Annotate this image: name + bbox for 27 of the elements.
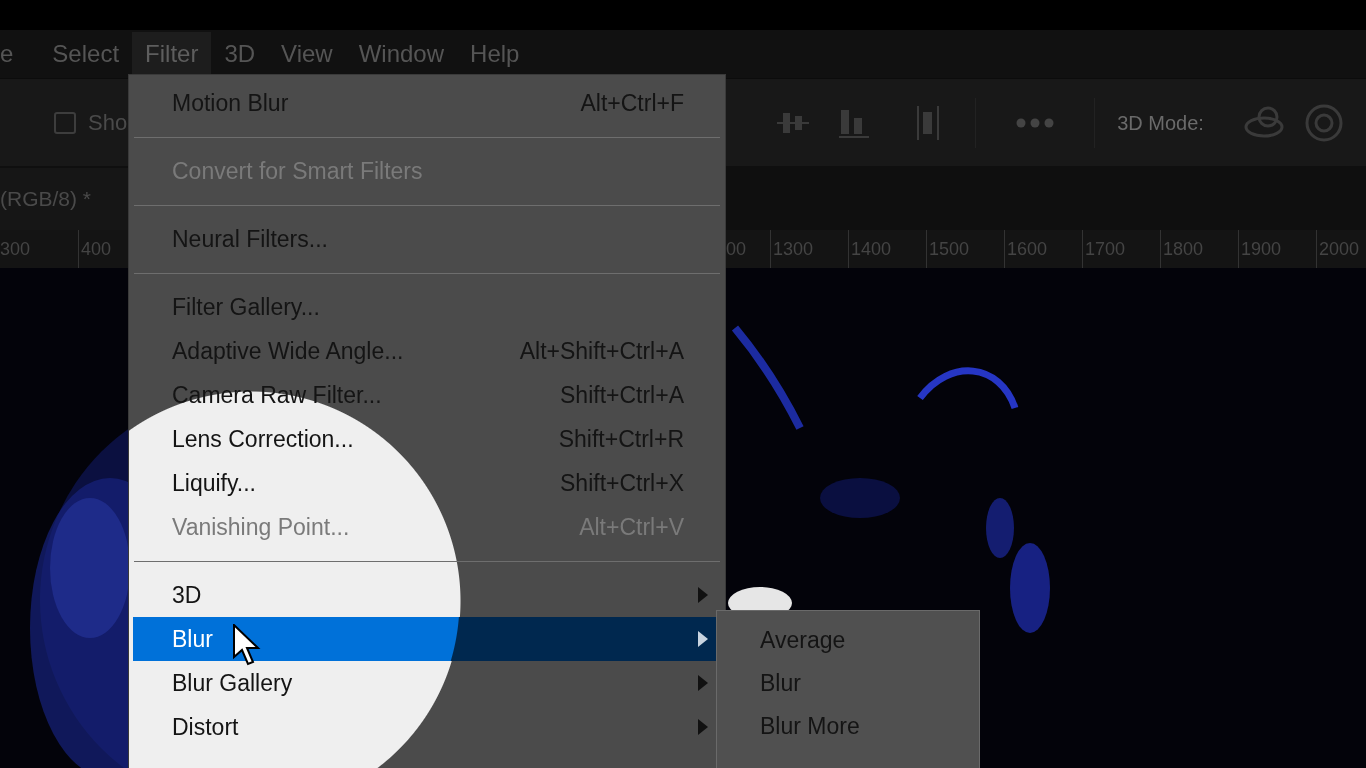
menu-bar-item[interactable]: Filter <box>132 32 212 76</box>
menu-item[interactable]: Liquify... Shift+Ctrl+X <box>133 461 721 505</box>
menu-bar-item[interactable]: e <box>0 32 40 76</box>
align-bottom-icon[interactable] <box>839 107 870 138</box>
menu-item[interactable]: Lens Correction... Shift+Ctrl+R <box>133 417 721 461</box>
shortcut-label: Alt+Ctrl+F <box>580 88 684 118</box>
menu-item[interactable]: Adaptive Wide Angle... Alt+Shift+Ctrl+A <box>133 329 721 373</box>
menu-bar-item[interactable]: View <box>268 32 346 76</box>
menu-item[interactable]: 3D <box>133 573 721 617</box>
menu-item[interactable]: Filter Gallery... <box>133 285 721 329</box>
cursor-icon <box>233 624 261 666</box>
menu-item[interactable]: Blur <box>717 662 979 705</box>
shortcut-label: Shift+Ctrl+R <box>558 424 684 454</box>
shortcut-label: Shift+Ctrl+A <box>560 380 684 410</box>
menu-bar-item[interactable]: Window <box>345 32 458 76</box>
checkbox[interactable] <box>54 111 76 134</box>
menu-bar-item[interactable]: 3D <box>211 32 269 76</box>
rotate-icon[interactable] <box>1303 102 1344 143</box>
shortcut-label: Shift+Ctrl+X <box>560 468 684 498</box>
mode-label: 3D Mode: <box>1117 110 1204 136</box>
more-icon[interactable] <box>1016 117 1055 128</box>
shortcut-label: Alt+Shift+Ctrl+A <box>519 336 684 366</box>
distribute-icon[interactable] <box>917 105 940 140</box>
menu-item[interactable]: Blur More <box>717 705 979 748</box>
menu-bar-item[interactable]: Select <box>39 32 133 76</box>
menu-item[interactable]: Motion Blur Alt+Ctrl+F <box>133 81 721 125</box>
menu-bar-item[interactable]: Help <box>457 32 533 76</box>
